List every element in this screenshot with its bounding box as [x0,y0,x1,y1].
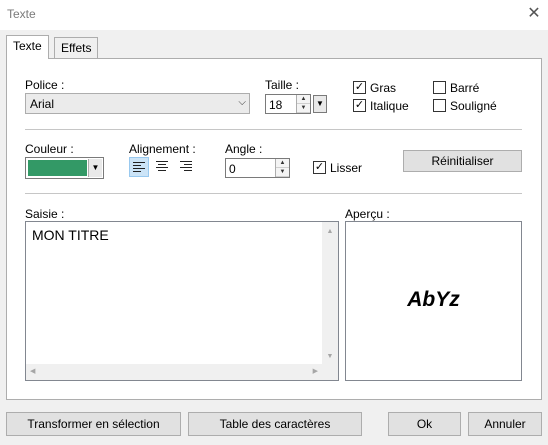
color-picker[interactable]: ▼ [25,157,104,179]
reset-button[interactable]: Réinitialiser [403,150,522,172]
transform-selection-button[interactable]: Transformer en sélection [6,412,181,436]
arrow-left-icon[interactable]: ◀ [30,367,35,375]
color-swatch [28,160,87,176]
tab-texte[interactable]: Texte [6,35,49,59]
window-title: Texte [7,7,36,21]
spin-up-icon[interactable]: ▲ [297,95,310,104]
vertical-scrollbar[interactable]: ▲ ▼ [322,222,338,364]
size-dropdown-button[interactable]: ▼ [313,95,327,113]
dropdown-icon[interactable]: ▼ [88,159,102,177]
align-center-icon[interactable] [153,157,173,177]
angle-label: Angle : [225,142,263,156]
input-text: MON TITRE [32,227,109,243]
character-map-button[interactable]: Table des caractères [188,412,362,436]
underline-label: Souligné [450,99,497,113]
arrow-up-icon[interactable]: ▲ [322,228,338,235]
input-label: Saisie : [25,207,65,221]
separator [25,129,522,130]
spin-up-icon[interactable]: ▲ [276,159,289,168]
font-label: Police : [25,78,65,92]
cancel-button[interactable]: Annuler [468,412,542,436]
close-icon[interactable]: ✕ [524,4,544,24]
italic-label: Italique [370,99,409,113]
alignment-label: Alignement : [129,142,196,156]
text-input-area[interactable]: MON TITRE ▲ ▼ ◀ ▶ [25,221,339,381]
horizontal-scrollbar[interactable]: ◀ ▶ [26,364,322,380]
size-value: 18 [269,98,283,112]
size-field[interactable]: 18 ▲ ▼ [265,94,311,114]
angle-value: 0 [229,162,236,176]
chevron-down-icon: ⌵ [238,97,246,108]
align-right-icon[interactable] [177,157,197,177]
angle-field[interactable]: 0 ▲ ▼ [225,158,290,178]
font-value: Arial [30,97,55,111]
align-left-icon[interactable] [129,157,149,177]
strike-checkbox[interactable] [433,81,446,94]
bold-label: Gras [370,81,397,95]
font-combobox[interactable]: Arial ⌵ [25,93,250,114]
scroll-corner [322,364,338,380]
strike-label: Barré [450,81,480,95]
preview-label: Aperçu : [345,207,390,221]
separator [25,193,522,194]
size-spinner[interactable]: ▲ ▼ [296,95,310,113]
italic-checkbox[interactable]: ✓ [353,99,366,112]
arrow-right-icon[interactable]: ▶ [313,367,318,375]
preview-sample: AbYz [407,288,460,311]
preview-box: AbYz [345,221,522,381]
size-label: Taille : [265,78,300,92]
bold-checkbox[interactable]: ✓ [353,81,366,94]
underline-checkbox[interactable] [433,99,446,112]
arrow-down-icon[interactable]: ▼ [322,353,338,360]
angle-spinner[interactable]: ▲ ▼ [275,159,289,177]
spin-down-icon[interactable]: ▼ [297,104,310,113]
smooth-checkbox[interactable]: ✓ [313,161,326,174]
spin-down-icon[interactable]: ▼ [276,168,289,177]
ok-button[interactable]: Ok [388,412,461,436]
title-bar [0,0,548,30]
color-label: Couleur : [25,142,74,156]
smooth-label: Lisser [330,161,363,175]
tab-effets[interactable]: Effets [54,37,99,59]
